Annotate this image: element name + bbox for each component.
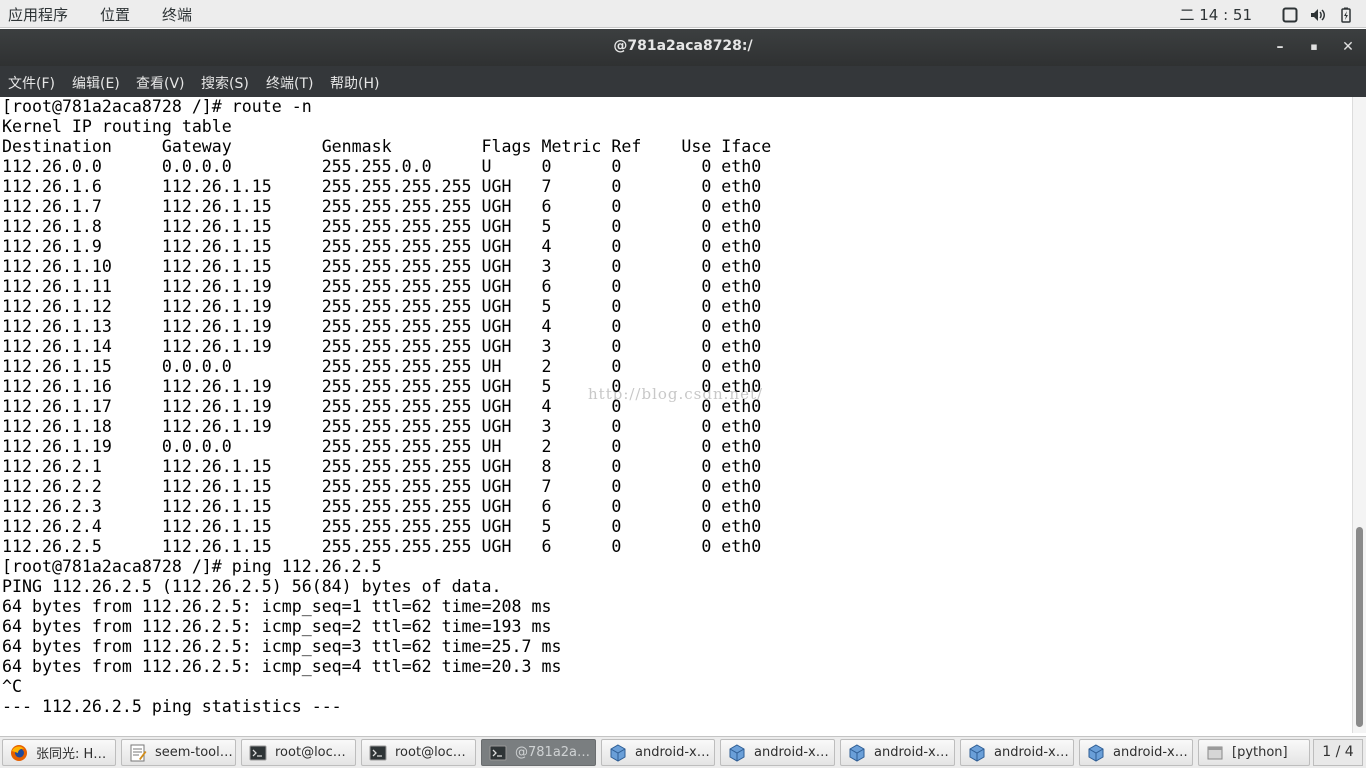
- virtualbox-icon: [609, 743, 627, 762]
- clock[interactable]: 二 14 : 51: [1179, 4, 1252, 25]
- terminal-line: 112.26.2.3 112.26.1.15 255.255.255.255 U…: [2, 497, 762, 516]
- terminal-line: 64 bytes from 112.26.2.5: icmp_seq=4 ttl…: [2, 657, 562, 676]
- taskbar-button[interactable]: seem-tool…: [121, 739, 236, 766]
- taskbar: 1 / 4 张同光: H… seem-tool… root@loc… root@loc…: [0, 736, 1366, 768]
- workspace-pager[interactable]: 1 / 4: [1313, 739, 1363, 766]
- terminal-line: 112.26.1.15 0.0.0.0 255.255.255.255 UH 2…: [2, 357, 762, 376]
- taskbar-button-label: android-x…: [754, 745, 829, 760]
- taskbar-button-label: android-x…: [635, 745, 710, 760]
- menu-edit[interactable]: 编辑(E): [72, 73, 120, 93]
- terminal-icon: [369, 744, 387, 762]
- terminal-line: Destination Gateway Genmask Flags Metric…: [2, 137, 772, 156]
- virtualbox-icon: [1087, 743, 1105, 762]
- taskbar-button-label: root@loc…: [275, 745, 346, 760]
- terminal-line: 64 bytes from 112.26.2.5: icmp_seq=1 ttl…: [2, 597, 552, 616]
- window-icon[interactable]: [1282, 7, 1298, 23]
- taskbar-button[interactable]: root@loc…: [361, 739, 476, 766]
- taskbar-button-label: root@loc…: [395, 745, 466, 760]
- taskbar-button-label: android-x…: [874, 745, 949, 760]
- menu-file[interactable]: 文件(F): [8, 73, 55, 93]
- taskbar-button[interactable]: android-x…: [960, 739, 1074, 766]
- terminal-line: 112.26.1.14 112.26.1.19 255.255.255.255 …: [2, 337, 762, 356]
- terminal-line: 112.26.1.8 112.26.1.15 255.255.255.255 U…: [2, 217, 762, 236]
- terminal-line: Kernel IP routing table: [2, 117, 232, 136]
- terminal-line: 112.26.1.9 112.26.1.15 255.255.255.255 U…: [2, 237, 762, 256]
- close-button[interactable]: ✕: [1338, 37, 1358, 57]
- terminal-line: 112.26.2.2 112.26.1.15 255.255.255.255 U…: [2, 477, 762, 496]
- taskbar-button-label: 张同光: H…: [36, 747, 107, 762]
- taskbar-button[interactable]: android-x…: [840, 739, 955, 766]
- terminal-line: 112.26.1.17 112.26.1.19 255.255.255.255 …: [2, 397, 762, 416]
- terminal-line: [root@781a2aca8728 /]# route -n: [2, 97, 312, 116]
- terminal-icon: [249, 744, 267, 762]
- taskbar-button[interactable]: 张同光: H…: [2, 739, 116, 766]
- text-editor-icon: [129, 744, 147, 762]
- firefox-icon: [10, 744, 28, 762]
- taskbar-button[interactable]: @781a2a…: [481, 739, 596, 766]
- terminal-line: 112.26.1.10 112.26.1.15 255.255.255.255 …: [2, 257, 762, 276]
- menu-help[interactable]: 帮助(H): [330, 73, 379, 93]
- terminal-line: 112.26.2.5 112.26.1.15 255.255.255.255 U…: [2, 537, 762, 556]
- taskbar-button-label: seem-tool…: [155, 745, 233, 760]
- terminal-line: 112.26.1.18 112.26.1.19 255.255.255.255 …: [2, 417, 762, 436]
- top-panel: 应用程序 位置 终端 二 14 : 51: [0, 0, 1366, 28]
- terminal-line: [root@781a2aca8728 /]# ping 112.26.2.5: [2, 557, 382, 576]
- terminal-icon: [489, 744, 507, 762]
- virtualbox-icon: [848, 743, 866, 762]
- applications-menu[interactable]: 应用程序: [8, 4, 68, 25]
- terminal-line: 64 bytes from 112.26.2.5: icmp_seq=3 ttl…: [2, 637, 562, 656]
- top-panel-tray: 二 14 : 51: [1179, 4, 1354, 25]
- top-panel-menu: 应用程序 位置 终端: [8, 4, 224, 25]
- taskbar-button-label: @781a2a…: [515, 745, 591, 760]
- terminal-line: 112.26.1.6 112.26.1.15 255.255.255.255 U…: [2, 177, 762, 196]
- scrollbar-thumb[interactable]: [1356, 527, 1363, 727]
- maximize-button[interactable]: ▪: [1304, 37, 1324, 57]
- taskbar-button[interactable]: [python]: [1198, 739, 1310, 766]
- terminal-line: 112.26.1.12 112.26.1.19 255.255.255.255 …: [2, 297, 762, 316]
- taskbar-button[interactable]: android-x…: [601, 739, 715, 766]
- terminal-line: 112.26.1.7 112.26.1.15 255.255.255.255 U…: [2, 197, 762, 216]
- menu-view[interactable]: 查看(V): [136, 73, 185, 93]
- minimize-button[interactable]: –: [1270, 37, 1290, 57]
- window-icon: [1206, 744, 1224, 762]
- virtualbox-icon: [728, 743, 746, 762]
- terminal-line: 112.26.0.0 0.0.0.0 255.255.0.0 U 0 0 0 e…: [2, 157, 762, 176]
- terminal-output[interactable]: http://blog.csdn.net/ [root@781a2aca8728…: [0, 97, 1352, 733]
- terminal-line: 112.26.1.11 112.26.1.19 255.255.255.255 …: [2, 277, 762, 296]
- battery-icon[interactable]: [1338, 7, 1354, 23]
- menu-search[interactable]: 搜索(S): [201, 73, 249, 93]
- taskbar-button[interactable]: android-x…: [1079, 739, 1193, 766]
- terminal-line: 112.26.1.16 112.26.1.19 255.255.255.255 …: [2, 377, 762, 396]
- terminal-line: 112.26.2.1 112.26.1.15 255.255.255.255 U…: [2, 457, 762, 476]
- terminal-line: 112.26.2.4 112.26.1.15 255.255.255.255 U…: [2, 517, 762, 536]
- taskbar-button[interactable]: android-x…: [720, 739, 835, 766]
- menubar: 文件(F) 编辑(E) 查看(V) 搜索(S) 终端(T) 帮助(H): [0, 66, 1366, 97]
- taskbar-button-label: android-x…: [1113, 745, 1188, 760]
- terminal-line: PING 112.26.2.5 (112.26.2.5) 56(84) byte…: [2, 577, 502, 596]
- places-menu[interactable]: 位置: [100, 4, 130, 25]
- terminal-line: 112.26.1.19 0.0.0.0 255.255.255.255 UH 2…: [2, 437, 762, 456]
- terminal-line: 64 bytes from 112.26.2.5: icmp_seq=2 ttl…: [2, 617, 552, 636]
- window-titlebar[interactable]: @781a2aca8728:/ – ▪ ✕: [0, 29, 1366, 66]
- virtualbox-icon: [968, 743, 986, 762]
- taskbar-button-label: [python]: [1232, 745, 1288, 760]
- terminal-line: 112.26.1.13 112.26.1.19 255.255.255.255 …: [2, 317, 762, 336]
- terminal-line: ^C: [2, 677, 22, 696]
- terminal-scrollbar[interactable]: [1352, 97, 1366, 733]
- menu-terminal[interactable]: 终端(T): [266, 73, 313, 93]
- volume-icon[interactable]: [1310, 7, 1326, 23]
- terminal-line: --- 112.26.2.5 ping statistics ---: [2, 697, 342, 716]
- window-title: @781a2aca8728:/: [613, 38, 753, 54]
- taskbar-button-label: android-x…: [994, 745, 1069, 760]
- taskbar-button[interactable]: root@loc…: [241, 739, 356, 766]
- terminal-app-menu[interactable]: 终端: [162, 4, 192, 25]
